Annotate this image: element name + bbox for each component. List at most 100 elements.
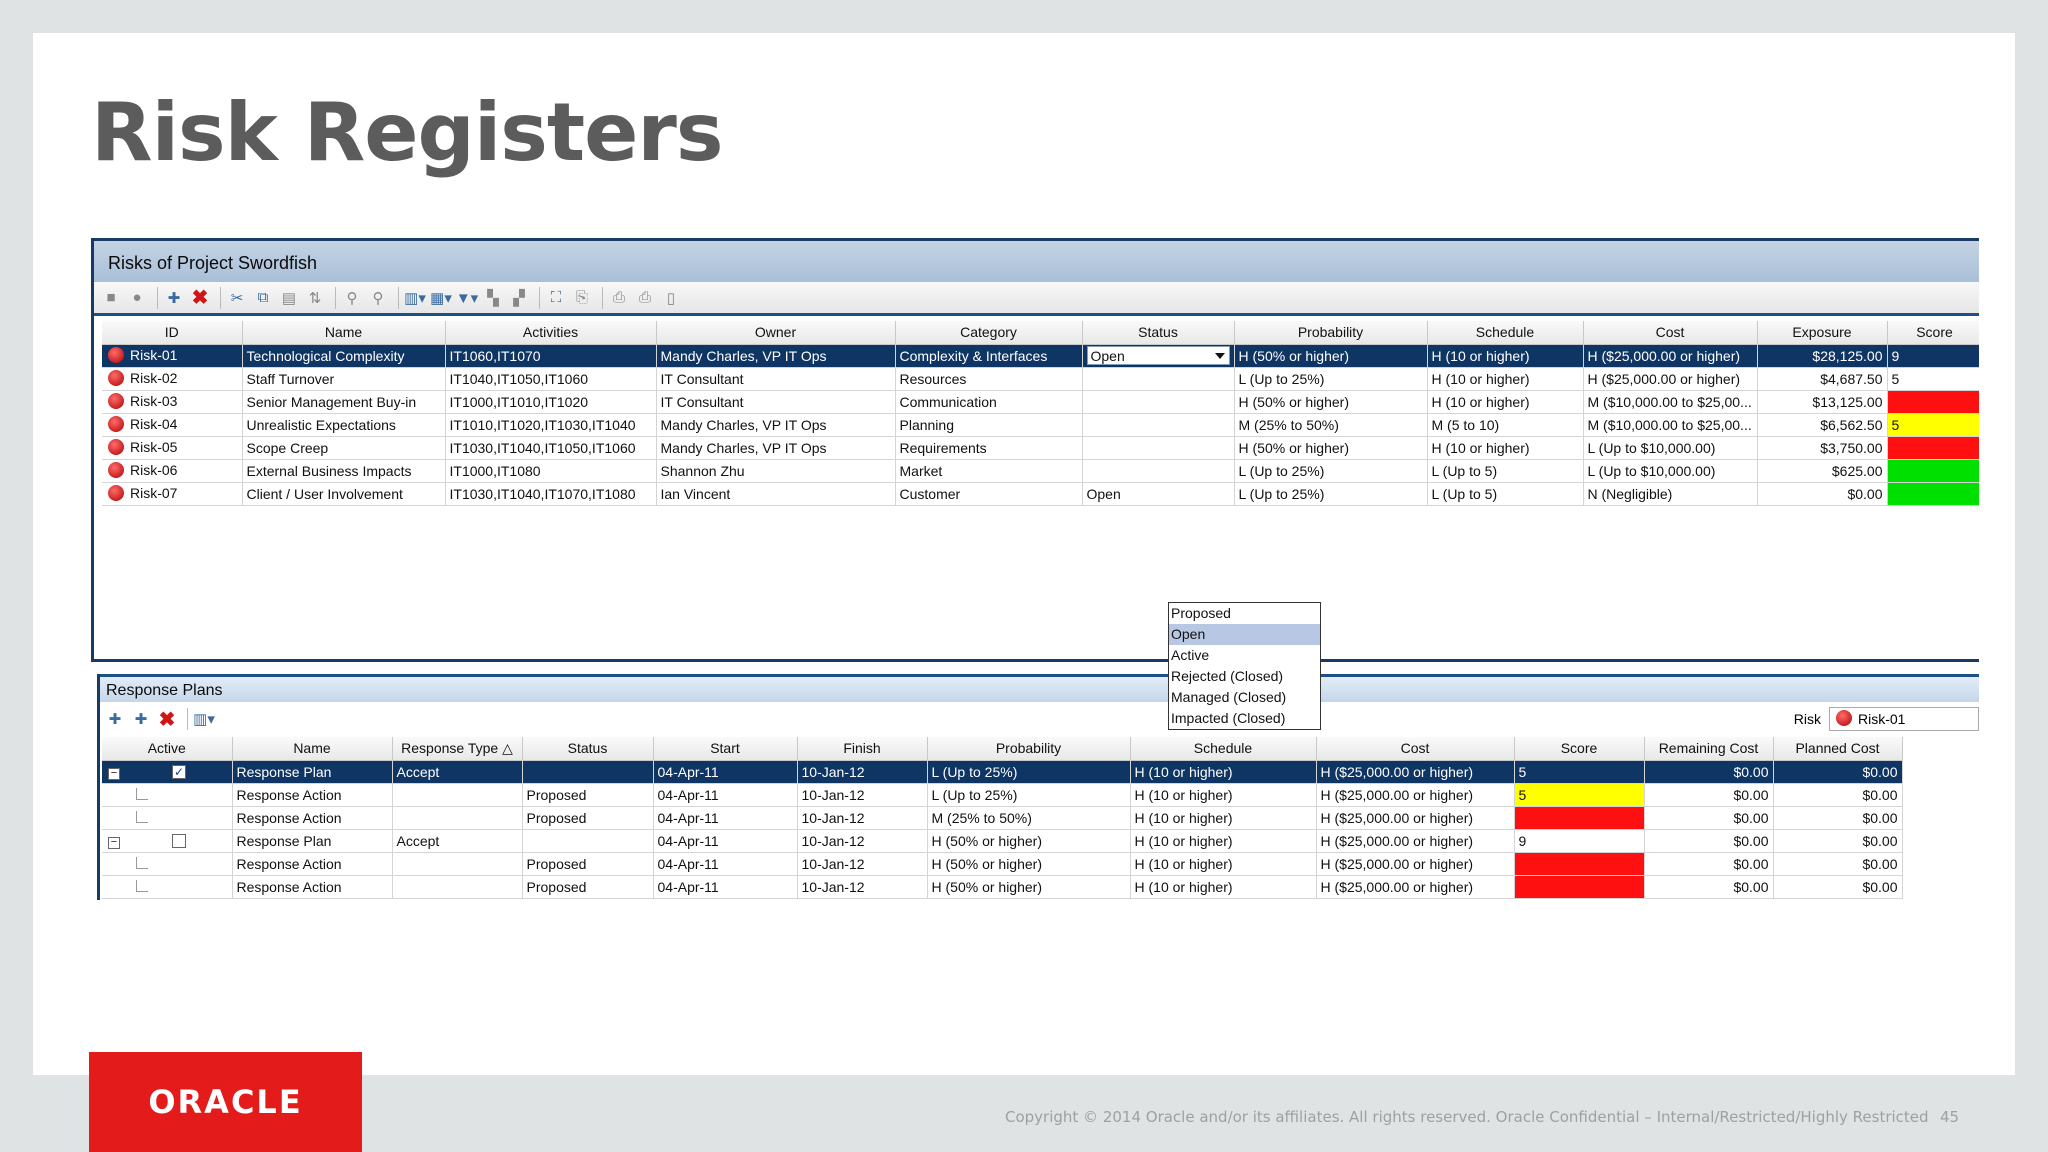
risk-cell-name[interactable]: Client / User Involvement [242,482,446,506]
response-cell-status[interactable] [522,760,654,784]
risk-row[interactable]: Risk-04 Unrealistic Expectations IT1010,IT… [102,413,1979,437]
column-header-activities[interactable]: Activities [445,321,657,345]
column-header-owner[interactable]: Owner [656,321,896,345]
response-cell-planned[interactable]: $0.00 [1773,783,1903,807]
response-cell-start[interactable]: 04-Apr-11 [653,829,798,853]
risk-cell-status[interactable] [1082,367,1235,391]
risk-cell-score[interactable]: 1 [1887,459,1979,483]
column-header-score[interactable]: Score [1887,321,1979,345]
risk-cell-name[interactable]: Unrealistic Expectations [242,413,446,437]
risk-cell-category[interactable]: Customer [895,482,1083,506]
response-cell-remaining[interactable]: $0.00 [1644,875,1774,899]
risk-cell-name[interactable]: Senior Management Buy-in [242,390,446,414]
risk-cell-owner[interactable]: Mandy Charles, VP IT Ops [656,344,896,368]
risk-cell-status[interactable] [1082,413,1235,437]
response-cell-start[interactable]: 04-Apr-11 [653,852,798,876]
add-plan-icon[interactable]: ✚ [104,708,126,730]
find-icon[interactable]: ⚲ [341,287,363,309]
risk-cell-owner[interactable]: IT Consultant [656,390,896,414]
risk-cell-name[interactable]: Technological Complexity [242,344,446,368]
column-header-remaining-cost[interactable]: Remaining Cost [1644,737,1774,761]
risk-cell-exposure[interactable]: $625.00 [1757,459,1888,483]
response-cell-status[interactable] [522,829,654,853]
print-icon[interactable]: ⎙ [608,287,630,309]
risk-cell-cost[interactable]: L (Up to $10,000.00) [1583,459,1758,483]
risk-cell-probability[interactable]: L (Up to 25%) [1234,367,1428,391]
response-cell-finish[interactable]: 10-Jan-12 [797,875,928,899]
response-cell-finish[interactable]: 10-Jan-12 [797,783,928,807]
column-header-name[interactable]: Name [242,321,446,345]
response-cell-status[interactable]: Proposed [522,806,654,830]
risk-row[interactable]: Risk-01 Technological Complexity IT1060,IT… [102,344,1979,368]
risk-cell-name[interactable]: Staff Turnover [242,367,446,391]
risk-cell-owner[interactable]: IT Consultant [656,367,896,391]
column-header-score[interactable]: Score [1514,737,1645,761]
status-option[interactable]: Open [1169,624,1320,645]
risk-cell-status[interactable] [1082,459,1235,483]
response-cell-planned[interactable]: $0.00 [1773,875,1903,899]
response-action-row[interactable]: Response Action Proposed 04-Apr-11 10-Jan-1… [102,875,1903,899]
risk-cell-schedule[interactable]: H (10 or higher) [1427,436,1584,460]
add-action-icon[interactable]: ✚ [130,708,152,730]
risk-cell-id[interactable]: Risk-05 [102,436,243,460]
copy-icon[interactable]: ⧉ [252,287,274,309]
response-action-row[interactable]: Response Action Proposed 04-Apr-11 10-Jan-1… [102,783,1903,807]
response-cell-type[interactable] [392,852,523,876]
response-action-row[interactable]: Response Action Proposed 04-Apr-11 10-Jan-1… [102,806,1903,830]
risk-cell-owner[interactable]: Shannon Zhu [656,459,896,483]
response-cell-score[interactable]: 9 [1514,829,1645,853]
risk-cell-score[interactable]: 9 [1887,436,1979,460]
response-cell-planned[interactable]: $0.00 [1773,829,1903,853]
active-checkbox[interactable]: ✓ [172,765,186,780]
response-action-row[interactable]: Response Action Proposed 04-Apr-11 10-Jan-1… [102,852,1903,876]
column-header-cost[interactable]: Cost [1316,737,1515,761]
risk-cell-owner[interactable]: Mandy Charles, VP IT Ops [656,413,896,437]
risk-cell-id[interactable]: Risk-03 [102,390,243,414]
risk-cell-cost[interactable]: H ($25,000.00 or higher) [1583,367,1758,391]
risk-cell-exposure[interactable]: $0.00 [1757,482,1888,506]
risk-cell-category[interactable]: Planning [895,413,1083,437]
risk-cell-owner[interactable]: Ian Vincent [656,482,896,506]
status-option[interactable]: Impacted (Closed) [1169,708,1320,729]
column-header-status[interactable]: Status [522,737,654,761]
sort-icon[interactable]: ⇅ [304,287,326,309]
response-cell-score[interactable]: 9 [1514,852,1645,876]
response-cell-remaining[interactable]: $0.00 [1644,852,1774,876]
risk-row[interactable]: Risk-03 Senior Management Buy-in IT1000,IT… [102,390,1979,414]
risk-cell-cost[interactable]: M ($10,000.00 to $25,00... [1583,390,1758,414]
risk-cell-owner[interactable]: Mandy Charles, VP IT Ops [656,436,896,460]
response-cell-probability[interactable]: M (25% to 50%) [927,806,1131,830]
column-header-probability[interactable]: Probability [927,737,1131,761]
response-cell-name[interactable]: Response Plan [232,829,393,853]
response-cell-remaining[interactable]: $0.00 [1644,783,1774,807]
response-cell-schedule[interactable]: H (10 or higher) [1130,852,1317,876]
response-plan-row[interactable]: − ✓ Response Plan Accept 04-Apr-11 10-Jan-12 L… [102,760,1903,784]
response-cell-probability[interactable]: L (Up to 25%) [927,783,1131,807]
risk-cell-score[interactable]: 5 [1887,367,1979,391]
risk-cell-cost[interactable]: N (Negligible) [1583,482,1758,506]
response-plan-row[interactable]: − Response Plan Accept 04-Apr-11 10-Jan-12 H … [102,829,1903,853]
response-cell-score[interactable]: 7 [1514,806,1645,830]
risk-row[interactable]: Risk-05 Scope Creep IT1030,IT1040,IT1050,I… [102,436,1979,460]
delete-icon[interactable]: ✖ [156,708,178,731]
filter-icon[interactable]: ▼▾ [456,287,478,309]
response-cell-schedule[interactable]: H (10 or higher) [1130,760,1317,784]
risk-cell-activities[interactable]: IT1000,IT1010,IT1020 [445,390,657,414]
response-cell-finish[interactable]: 10-Jan-12 [797,852,928,876]
risk-cell-schedule[interactable]: M (5 to 10) [1427,413,1584,437]
response-cell-cost[interactable]: H ($25,000.00 or higher) [1316,852,1515,876]
risk-cell-id[interactable]: Risk-06 [102,459,243,483]
column-header-response-type[interactable]: Response Type △ [392,737,523,761]
status-dropdown[interactable]: Open [1086,346,1230,365]
risk-cell-cost[interactable]: M ($10,000.00 to $25,00... [1583,413,1758,437]
risk-cell-exposure[interactable]: $28,125.00 [1757,344,1888,368]
response-cell-probability[interactable]: H (50% or higher) [927,875,1131,899]
response-cell-cost[interactable]: H ($25,000.00 or higher) [1316,875,1515,899]
risk-cell-name[interactable]: External Business Impacts [242,459,446,483]
response-cell-name[interactable]: Response Action [232,875,393,899]
risk-cell-probability[interactable]: H (50% or higher) [1234,436,1428,460]
columns-icon[interactable]: ▥▾ [404,287,426,309]
columns-icon[interactable]: ▥▾ [193,708,215,730]
risk-cell-score[interactable]: 1 [1887,482,1979,506]
risk-cell-score[interactable]: 5 [1887,413,1979,437]
